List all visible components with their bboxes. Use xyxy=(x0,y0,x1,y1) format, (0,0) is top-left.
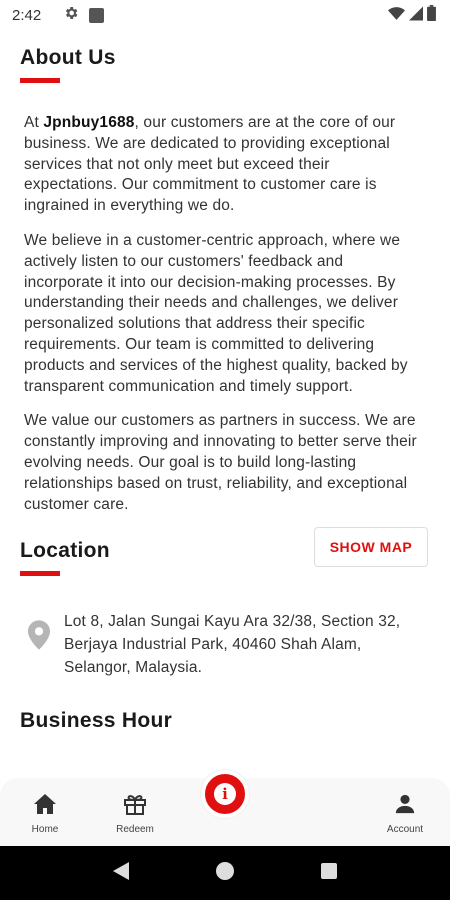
location-pin-icon xyxy=(28,620,50,655)
recents-icon[interactable] xyxy=(320,862,337,884)
notification-square-icon xyxy=(89,7,105,23)
scroll-content[interactable]: About Us At Jpnbuy1688, our customers ar… xyxy=(0,30,450,778)
nav-account[interactable]: Account xyxy=(360,778,450,846)
about-title: About Us xyxy=(20,46,116,69)
location-header: Location SHOW MAP xyxy=(20,527,430,577)
battery-icon xyxy=(427,5,436,25)
account-icon xyxy=(394,793,416,820)
business-hour-title: Business Hour xyxy=(20,709,173,733)
nav-redeem[interactable]: Redeem xyxy=(90,778,180,846)
system-navigation-bar xyxy=(0,846,450,900)
address-row: Lot 8, Jalan Sungai Kayu Ara 32/38, Sect… xyxy=(20,610,430,679)
info-fab-button[interactable]: i xyxy=(201,770,249,818)
settings-gear-icon xyxy=(63,5,79,25)
back-icon[interactable] xyxy=(113,861,130,885)
company-name: Jpnbuy1688 xyxy=(43,114,135,131)
location-title: Location xyxy=(20,539,110,563)
business-hour-section: Business Hour xyxy=(20,709,430,733)
about-section: About Us xyxy=(20,46,430,83)
home-circle-icon[interactable] xyxy=(215,861,234,885)
nav-home-label: Home xyxy=(31,824,59,835)
nav-redeem-label: Redeem xyxy=(116,824,154,835)
wifi-icon xyxy=(388,6,405,25)
about-title-underline xyxy=(20,78,60,83)
gift-icon xyxy=(123,793,147,820)
about-paragraph-1: At Jpnbuy1688, our customers are at the … xyxy=(24,113,426,217)
location-title-underline xyxy=(20,571,60,577)
nav-info[interactable]: i xyxy=(180,770,270,846)
address-text: Lot 8, Jalan Sungai Kayu Ara 32/38, Sect… xyxy=(64,613,401,677)
show-map-button[interactable]: SHOW MAP xyxy=(314,527,428,568)
home-icon xyxy=(33,793,57,820)
status-bar: 2:42 xyxy=(0,0,450,30)
about-text: At Jpnbuy1688, our customers are at the … xyxy=(20,113,430,515)
nav-placeholder xyxy=(270,778,360,846)
signal-icon xyxy=(409,6,423,25)
nav-home[interactable]: Home xyxy=(0,778,90,846)
status-time: 2:42 xyxy=(12,6,42,24)
para1-prefix: At xyxy=(24,114,44,131)
bottom-navigation: Home Redeem i Account xyxy=(0,770,450,846)
nav-account-label: Account xyxy=(386,824,424,835)
about-paragraph-3: We value our customers as partners in su… xyxy=(24,412,417,513)
info-icon: i xyxy=(214,783,236,805)
about-paragraph-2: We believe in a customer-centric approac… xyxy=(24,231,408,395)
